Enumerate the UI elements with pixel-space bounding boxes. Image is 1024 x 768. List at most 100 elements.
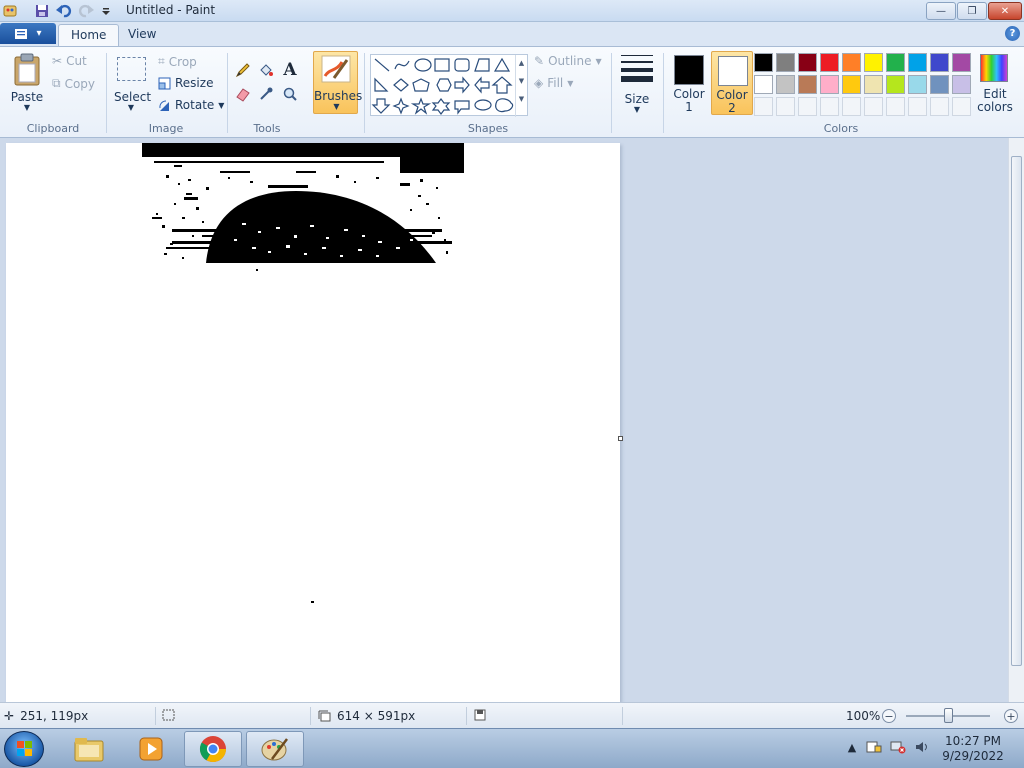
- palette-color-swatch[interactable]: [908, 75, 927, 94]
- gallery-down-arrow-icon[interactable]: ▼: [516, 77, 527, 85]
- palette-color-swatch[interactable]: [754, 53, 773, 72]
- cut-button[interactable]: ✂ Cut: [52, 54, 87, 68]
- paint-taskbar-button[interactable]: [246, 731, 304, 767]
- paint-app-icon[interactable]: [2, 3, 18, 19]
- outline-button[interactable]: ✎ Outline ▼: [534, 54, 602, 68]
- minimize-button[interactable]: —: [926, 2, 956, 20]
- help-icon[interactable]: ?: [1005, 26, 1020, 41]
- eyedropper-icon: [260, 87, 273, 100]
- title-bar: Untitled - Paint — ❐ ✕: [0, 0, 1024, 22]
- shapes-gallery-scroll[interactable]: ▲ ▼ ▼: [515, 55, 527, 117]
- palette-color-swatch[interactable]: [776, 53, 795, 72]
- close-icon: ✕: [1000, 5, 1010, 17]
- resize-button[interactable]: Resize: [158, 76, 213, 90]
- edit-colors-button[interactable]: Edit colors: [975, 51, 1015, 115]
- show-hidden-icons-icon[interactable]: ▲: [844, 739, 860, 755]
- palette-color-swatch[interactable]: [798, 75, 817, 94]
- resize-icon: [158, 77, 171, 89]
- gallery-more-icon[interactable]: ▼: [516, 95, 527, 103]
- palette-custom-slot[interactable]: [754, 97, 773, 116]
- palette-color-swatch[interactable]: [754, 75, 773, 94]
- copy-button[interactable]: ⧉ Copy: [52, 76, 95, 91]
- cursor-position-icon: ✛: [4, 709, 15, 723]
- palette-color-swatch[interactable]: [930, 75, 949, 94]
- gallery-up-arrow-icon[interactable]: ▲: [516, 59, 527, 67]
- select-button[interactable]: Select ▼: [114, 53, 151, 117]
- clock-date: 9/29/2022: [942, 749, 1004, 763]
- color-picker-tool-button[interactable]: [256, 84, 276, 104]
- rotate-button[interactable]: Rotate ▼: [158, 98, 224, 112]
- pencil-icon: [235, 63, 250, 78]
- tab-view[interactable]: View: [116, 24, 168, 46]
- palette-custom-slot[interactable]: [952, 97, 971, 116]
- palette-color-swatch[interactable]: [952, 75, 971, 94]
- customize-toolbar-icon[interactable]: [98, 3, 114, 19]
- explorer-taskbar-button[interactable]: [60, 731, 118, 767]
- fill-button[interactable]: ◈ Fill ▼: [534, 76, 573, 90]
- tools-group-label: Tools: [253, 122, 281, 135]
- fill-tool-button[interactable]: [256, 60, 276, 80]
- palette-color-swatch[interactable]: [820, 75, 839, 94]
- zoom-slider-thumb[interactable]: [943, 708, 953, 723]
- drawing-canvas[interactable]: [6, 143, 620, 702]
- save-icon[interactable]: [34, 3, 50, 19]
- status-bar: ✛ 251, 119px 614 × 591px 100% − +: [0, 702, 1024, 728]
- close-button[interactable]: ✕: [988, 2, 1022, 20]
- media-player-taskbar-button[interactable]: [122, 731, 180, 767]
- palette-custom-slot[interactable]: [776, 97, 795, 116]
- undo-icon[interactable]: [56, 3, 72, 19]
- palette-custom-slot[interactable]: [886, 97, 905, 116]
- size-label: Size: [624, 92, 650, 106]
- pencil-tool-button[interactable]: [233, 60, 253, 80]
- palette-color-swatch[interactable]: [864, 75, 883, 94]
- folder-icon: [74, 738, 104, 762]
- color2-number: 2: [728, 101, 736, 115]
- palette-custom-slot[interactable]: [842, 97, 861, 116]
- palette-color-swatch[interactable]: [864, 53, 883, 72]
- palette-custom-slot[interactable]: [864, 97, 883, 116]
- volume-icon[interactable]: [914, 739, 930, 755]
- color1-button[interactable]: Color 1: [668, 51, 710, 115]
- chrome-taskbar-button[interactable]: [184, 731, 242, 767]
- maximize-button[interactable]: ❐: [957, 2, 987, 20]
- vertical-scrollbar[interactable]: [1008, 138, 1024, 702]
- brushes-button[interactable]: Brushes ▼: [313, 51, 362, 114]
- network-icon[interactable]: [890, 739, 906, 755]
- text-tool-button[interactable]: A: [280, 60, 300, 80]
- palette-color-swatch[interactable]: [776, 75, 795, 94]
- paste-button[interactable]: Paste ▼: [10, 53, 44, 117]
- ribbon: Paste ▼ ✂ Cut ⧉ Copy Clipboard Select ▼ …: [0, 46, 1024, 138]
- crop-button[interactable]: ⌗ Crop: [158, 54, 197, 69]
- palette-color-swatch[interactable]: [842, 53, 861, 72]
- zoom-in-button[interactable]: +: [1004, 709, 1018, 723]
- palette-custom-slot[interactable]: [930, 97, 949, 116]
- canvas-resize-handle[interactable]: [618, 436, 623, 441]
- color-spectrum-icon: [980, 54, 1008, 82]
- magnifier-tool-button[interactable]: [280, 84, 300, 104]
- cursor-position: 251, 119px: [20, 709, 89, 723]
- palette-color-swatch[interactable]: [820, 53, 839, 72]
- canvas-drawing: [142, 143, 464, 603]
- start-button[interactable]: [4, 731, 44, 767]
- tab-home[interactable]: Home: [58, 24, 120, 46]
- palette-color-swatch[interactable]: [952, 53, 971, 72]
- palette-color-swatch[interactable]: [930, 53, 949, 72]
- palette-color-swatch[interactable]: [842, 75, 861, 94]
- eraser-tool-button[interactable]: [233, 84, 253, 104]
- palette-color-swatch[interactable]: [886, 53, 905, 72]
- fill-dropdown-arrow-icon: ▼: [567, 78, 574, 88]
- action-center-icon[interactable]: [866, 739, 882, 755]
- palette-color-swatch[interactable]: [886, 75, 905, 94]
- system-clock[interactable]: 10:27 PM 9/29/2022: [930, 734, 1016, 764]
- palette-custom-slot[interactable]: [908, 97, 927, 116]
- zoom-out-button[interactable]: −: [882, 709, 896, 723]
- crop-label: Crop: [168, 54, 197, 69]
- size-button[interactable]: Size ▼: [617, 51, 657, 115]
- scrollbar-thumb[interactable]: [1011, 156, 1022, 666]
- color2-button[interactable]: Color 2: [711, 51, 753, 115]
- palette-color-swatch[interactable]: [908, 53, 927, 72]
- palette-custom-slot[interactable]: [820, 97, 839, 116]
- palette-color-swatch[interactable]: [798, 53, 817, 72]
- file-menu-button[interactable]: ▾: [0, 23, 56, 44]
- palette-custom-slot[interactable]: [798, 97, 817, 116]
